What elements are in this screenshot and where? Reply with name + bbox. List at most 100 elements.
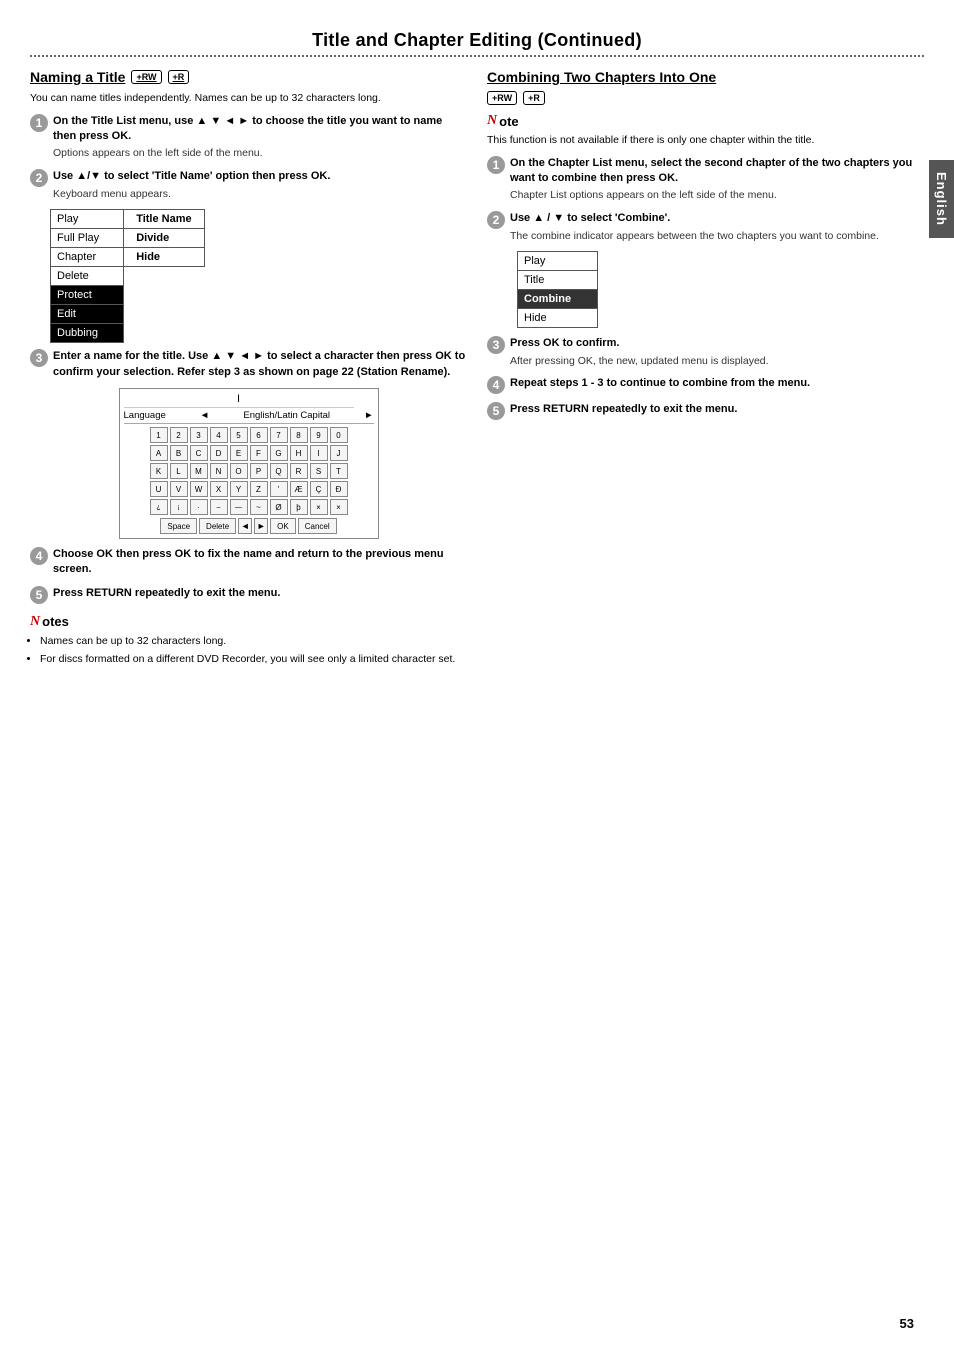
page-number: 53 [900, 1316, 914, 1331]
key-right[interactable]: ► [254, 518, 268, 534]
key-3[interactable]: 3 [190, 427, 208, 443]
combining-label: Combining Two Chapters Into One [487, 69, 716, 85]
key-R[interactable]: R [290, 463, 308, 479]
menu-item-chapter: Chapter [51, 248, 124, 267]
key-E[interactable]: E [230, 445, 248, 461]
step-num-3: 3 [30, 349, 48, 367]
key-I[interactable]: I [310, 445, 328, 461]
key-Z[interactable]: Z [250, 481, 268, 497]
key-space[interactable]: Space [160, 518, 197, 534]
key-apos[interactable]: ' [270, 481, 288, 497]
right-step-2: 2 Use ▲ / ▼ to select 'Combine'. The com… [487, 211, 924, 243]
key-U[interactable]: U [150, 481, 168, 497]
key-ok[interactable]: OK [270, 518, 296, 534]
key-endash[interactable]: – [210, 499, 228, 515]
key-tilde[interactable]: ~ [250, 499, 268, 515]
keyboard-illustration: I Language ◄ English/Latin Capital ► 1 2… [119, 388, 379, 539]
key-ccedil[interactable]: Ç [310, 481, 328, 497]
key-C[interactable]: C [190, 445, 208, 461]
key-2[interactable]: 2 [170, 427, 188, 443]
key-middot[interactable]: · [190, 499, 208, 515]
right-step4-text: Repeat steps 1 - 3 to continue to combin… [510, 376, 924, 391]
left-step-5: 5 Press RETURN repeatedly to exit the me… [30, 586, 467, 604]
right-step2-sub: The combine indicator appears between th… [510, 229, 924, 244]
right-note-text: This function is not available if there … [487, 133, 924, 148]
right-step5-text: Press RETURN repeatedly to exit the menu… [510, 402, 924, 417]
key-invexcl[interactable]: ¡ [170, 499, 188, 515]
note-item-1: Names can be up to 32 characters long. [40, 634, 467, 650]
menu-item-play: Play [51, 210, 124, 229]
left-step-3: 3 Enter a name for the title. Use ▲ ▼ ◄ … [30, 349, 467, 380]
key-cancel[interactable]: Cancel [298, 518, 337, 534]
key-0[interactable]: 0 [330, 427, 348, 443]
key-delete[interactable]: Delete [199, 518, 236, 534]
step5-text: Press RETURN repeatedly to exit the menu… [53, 586, 467, 601]
key-B[interactable]: B [170, 445, 188, 461]
key-7[interactable]: 7 [270, 427, 288, 443]
key-Y[interactable]: Y [230, 481, 248, 497]
key-F[interactable]: F [250, 445, 268, 461]
key-invquest[interactable]: ¿ [150, 499, 168, 515]
popup-item-hide: Hide [124, 248, 204, 267]
key-N[interactable]: N [210, 463, 228, 479]
right-step1-text: On the Chapter List menu, select the sec… [510, 156, 924, 187]
key-left[interactable]: ◄ [238, 518, 252, 534]
key-Q[interactable]: Q [270, 463, 288, 479]
naming-title-label: Naming a Title [30, 69, 125, 85]
key-eth[interactable]: Ð [330, 481, 348, 497]
key-A[interactable]: A [150, 445, 168, 461]
key-T[interactable]: T [330, 463, 348, 479]
key-V[interactable]: V [170, 481, 188, 497]
badge-rw-left: +RW [131, 70, 161, 84]
key-G[interactable]: G [270, 445, 288, 461]
popup-item-divide: Divide [124, 229, 204, 248]
right-step2-text: Use ▲ / ▼ to select 'Combine'. [510, 211, 924, 226]
english-sidebar-tab: English [929, 160, 954, 238]
key-times2[interactable]: × [330, 499, 348, 515]
right-badges: +RW +R [487, 91, 924, 105]
key-9[interactable]: 9 [310, 427, 328, 443]
key-J[interactable]: J [330, 445, 348, 461]
key-1[interactable]: 1 [150, 427, 168, 443]
key-6[interactable]: 6 [250, 427, 268, 443]
right-step-1: 1 On the Chapter List menu, select the s… [487, 156, 924, 203]
step2-text: Use ▲/▼ to select 'Title Name' option th… [53, 169, 467, 184]
key-5[interactable]: 5 [230, 427, 248, 443]
key-O[interactable]: O [230, 463, 248, 479]
key-thorn[interactable]: þ [290, 499, 308, 515]
popup-menu-table: Title Name Divide Hide [123, 209, 204, 267]
notes-heading: N otes [30, 614, 467, 630]
keyboard-row-0: 1 2 3 4 5 6 7 8 9 0 [124, 427, 374, 443]
key-W[interactable]: W [190, 481, 208, 497]
combine-menu-title: Title [518, 271, 598, 290]
key-times[interactable]: × [310, 499, 328, 515]
right-note-icon: N [487, 113, 497, 129]
step-num-2: 2 [30, 169, 48, 187]
key-8[interactable]: 8 [290, 427, 308, 443]
combine-menu-hide: Hide [518, 309, 598, 328]
key-M[interactable]: M [190, 463, 208, 479]
key-ae[interactable]: Æ [290, 481, 308, 497]
key-S[interactable]: S [310, 463, 328, 479]
right-step1-sub: Chapter List options appears on the left… [510, 188, 924, 203]
key-4[interactable]: 4 [210, 427, 228, 443]
charset-nav-right: ► [364, 410, 373, 421]
key-L[interactable]: L [170, 463, 188, 479]
key-emdash[interactable]: — [230, 499, 248, 515]
right-step-5: 5 Press RETURN repeatedly to exit the me… [487, 402, 924, 420]
keyboard-row-special: ¿ ¡ · – — ~ Ø þ × × [124, 499, 374, 515]
key-P[interactable]: P [250, 463, 268, 479]
key-X[interactable]: X [210, 481, 228, 497]
key-oslash[interactable]: Ø [270, 499, 288, 515]
right-step-num-2: 2 [487, 211, 505, 229]
left-step-4: 4 Choose OK then press OK to fix the nam… [30, 547, 467, 578]
key-D[interactable]: D [210, 445, 228, 461]
left-step-1: 1 On the Title List menu, use ▲ ▼ ◄ ► to… [30, 114, 467, 161]
badge-rw-right: +RW [487, 91, 517, 105]
key-H[interactable]: H [290, 445, 308, 461]
right-step-num-4: 4 [487, 376, 505, 394]
key-K[interactable]: K [150, 463, 168, 479]
badge-r-left: +R [168, 70, 190, 84]
combine-menu-table: Play Title Combine Hide [517, 251, 598, 328]
charset-nav-left: ◄ [200, 410, 209, 421]
